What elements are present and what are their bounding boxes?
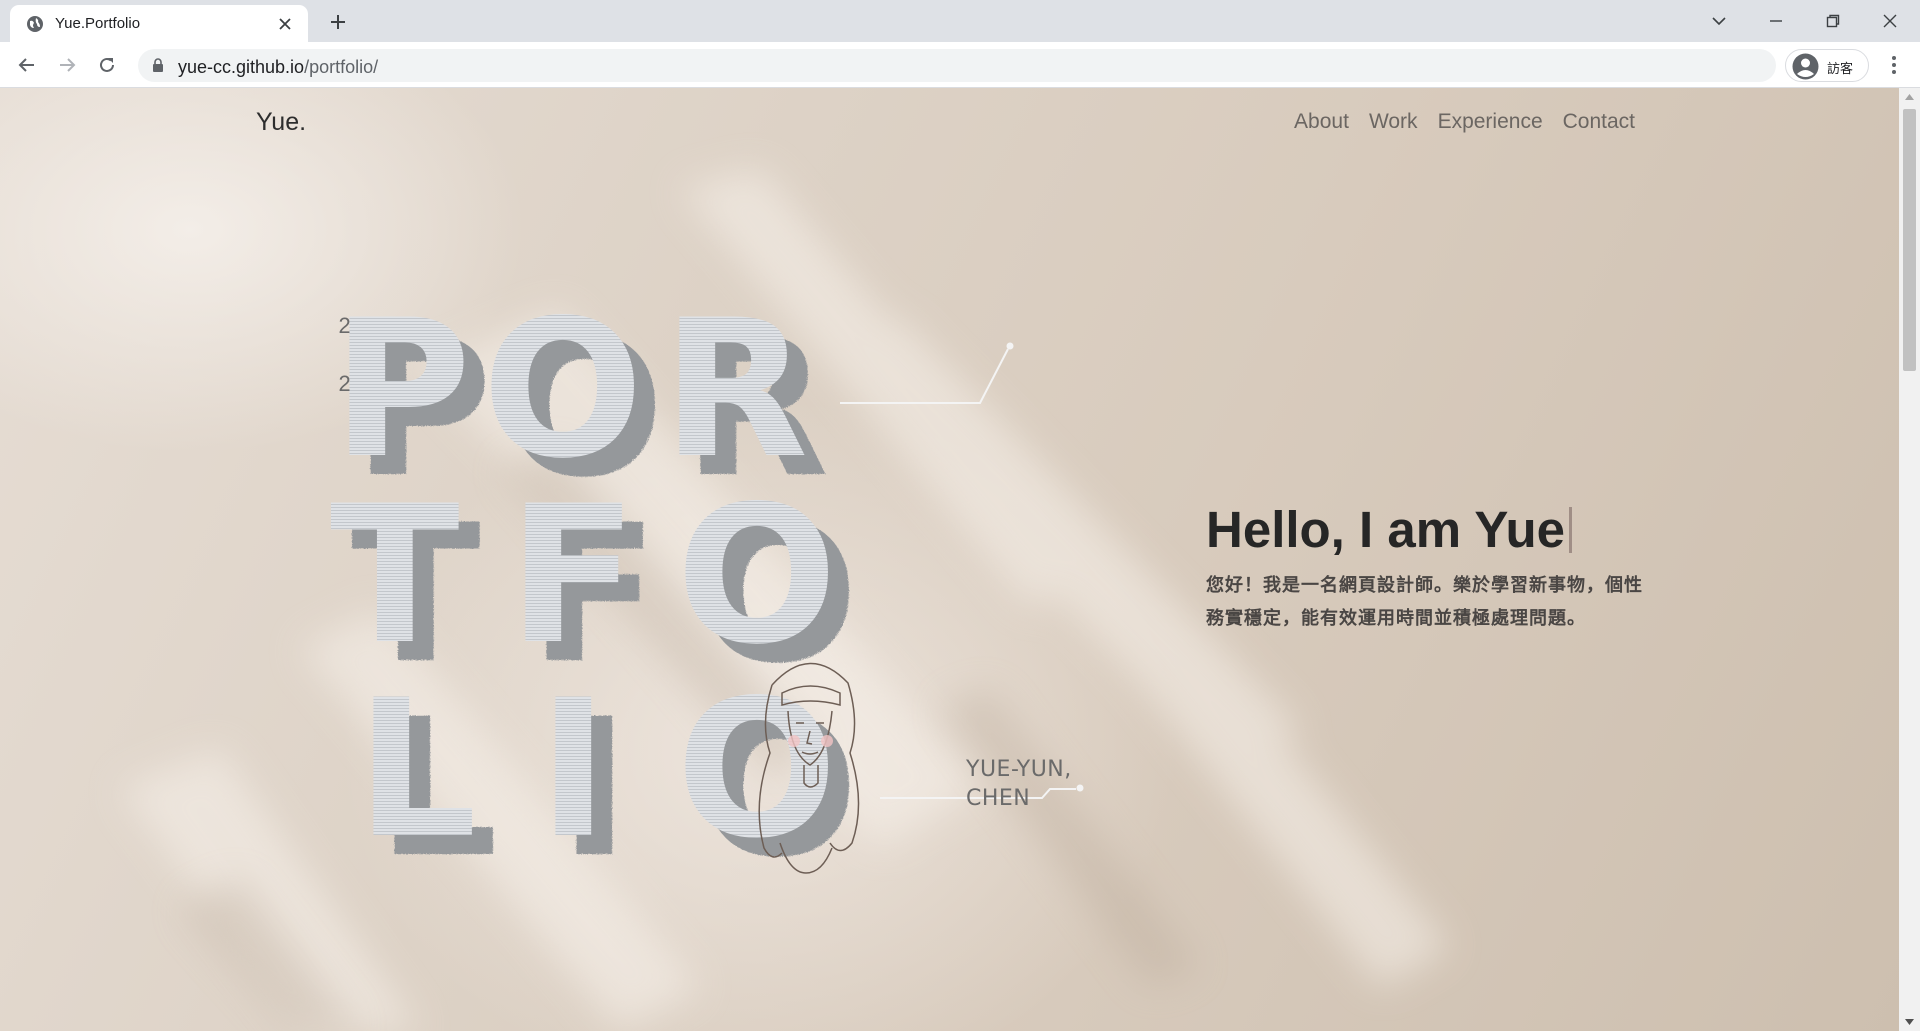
minimize-icon: [1770, 20, 1782, 22]
scroll-up-arrow-icon[interactable]: [1904, 92, 1915, 102]
plus-icon: [331, 15, 345, 29]
chevron-down-icon: [1712, 17, 1726, 26]
connector-dot-bottom: [1076, 784, 1084, 792]
art-letter-i: I I: [538, 659, 629, 898]
site-nav: About Work Experience Contact: [1294, 110, 1635, 134]
browser-menu-button[interactable]: [1882, 53, 1906, 77]
back-button[interactable]: [15, 53, 39, 77]
arrow-left-icon: [18, 58, 34, 72]
hero-title: Hello, I am Yue: [1206, 500, 1573, 559]
arrow-right-icon: [60, 58, 76, 72]
avatar-icon: [1792, 53, 1819, 80]
tab-search-button[interactable]: [1706, 8, 1732, 34]
nav-link-contact[interactable]: Contact: [1563, 110, 1635, 134]
nav-link-about[interactable]: About: [1294, 110, 1349, 134]
connector-line-top: [840, 348, 1009, 404]
art-letter-o-3: O O: [676, 659, 858, 898]
more-vert-icon: [1892, 56, 1896, 74]
globe-icon: [27, 16, 43, 32]
portrait-cheek-right: [821, 735, 833, 747]
svg-text:O: O: [676, 659, 838, 880]
connector-dot-top: [1006, 342, 1014, 350]
author-name-line2: CHEN: [966, 785, 1031, 811]
art-letter-l: L L: [356, 659, 497, 898]
site-logo[interactable]: Yue.: [256, 108, 306, 137]
portrait-cheek-left: [788, 735, 800, 747]
svg-text:O: O: [676, 465, 838, 686]
close-window-button[interactable]: [1877, 8, 1903, 34]
profile-label: 訪客: [1827, 62, 1854, 77]
portfolio-lettering-art: P P O O R R T T F F O O L L I I O O: [330, 283, 1084, 898]
typing-caret: [1569, 507, 1573, 553]
profile-button[interactable]: 訪客: [1785, 49, 1869, 82]
svg-text:F: F: [508, 465, 638, 686]
url-host: yue-cc.github.io: [178, 57, 305, 77]
hero-intro: 您好！我是一名網頁設計師。樂於學習新事物，個性務實穩定，能有效運用時間並積極處理…: [1206, 575, 1643, 629]
minimize-button[interactable]: [1763, 8, 1789, 34]
author-name-line1: YUE-YUN,: [966, 757, 1072, 782]
scroll-down-arrow-icon[interactable]: [1904, 1017, 1915, 1027]
page-scrollbar[interactable]: [1899, 88, 1920, 1031]
nav-link-experience[interactable]: Experience: [1438, 110, 1543, 134]
browser-tab-strip: Yue.Portfolio: [0, 0, 1920, 42]
lock-icon: [153, 58, 163, 72]
close-tab-icon[interactable]: [276, 15, 294, 33]
author-name-tag: YUE-YUN, CHEN: [966, 756, 1072, 813]
url-path: /portfolio/: [304, 57, 379, 77]
tab-title: Yue.Portfolio: [55, 15, 141, 32]
restore-button[interactable]: [1820, 8, 1846, 34]
hero-title-text: Hello, I am Yue: [1206, 501, 1566, 558]
svg-text:I: I: [538, 659, 609, 880]
browser-toolbar: yue-cc.github.io/portfolio/ 訪客: [0, 42, 1920, 88]
page-viewport: Yue. About Work Experience Contact 2016 …: [0, 88, 1899, 1031]
reload-button[interactable]: [95, 53, 119, 77]
reload-icon: [100, 57, 114, 72]
scrollbar-thumb[interactable]: [1903, 109, 1916, 371]
url-text: yue-cc.github.io/portfolio/: [178, 57, 378, 78]
new-tab-button[interactable]: [326, 10, 350, 34]
restore-icon: [1826, 14, 1840, 28]
forward-button[interactable]: [55, 53, 79, 77]
svg-text:T: T: [330, 465, 460, 686]
svg-text:L: L: [356, 659, 477, 880]
address-bar[interactable]: yue-cc.github.io/portfolio/: [138, 49, 1776, 82]
close-icon: [1883, 14, 1897, 28]
browser-tab[interactable]: Yue.Portfolio: [10, 5, 308, 42]
nav-link-work[interactable]: Work: [1369, 110, 1418, 134]
